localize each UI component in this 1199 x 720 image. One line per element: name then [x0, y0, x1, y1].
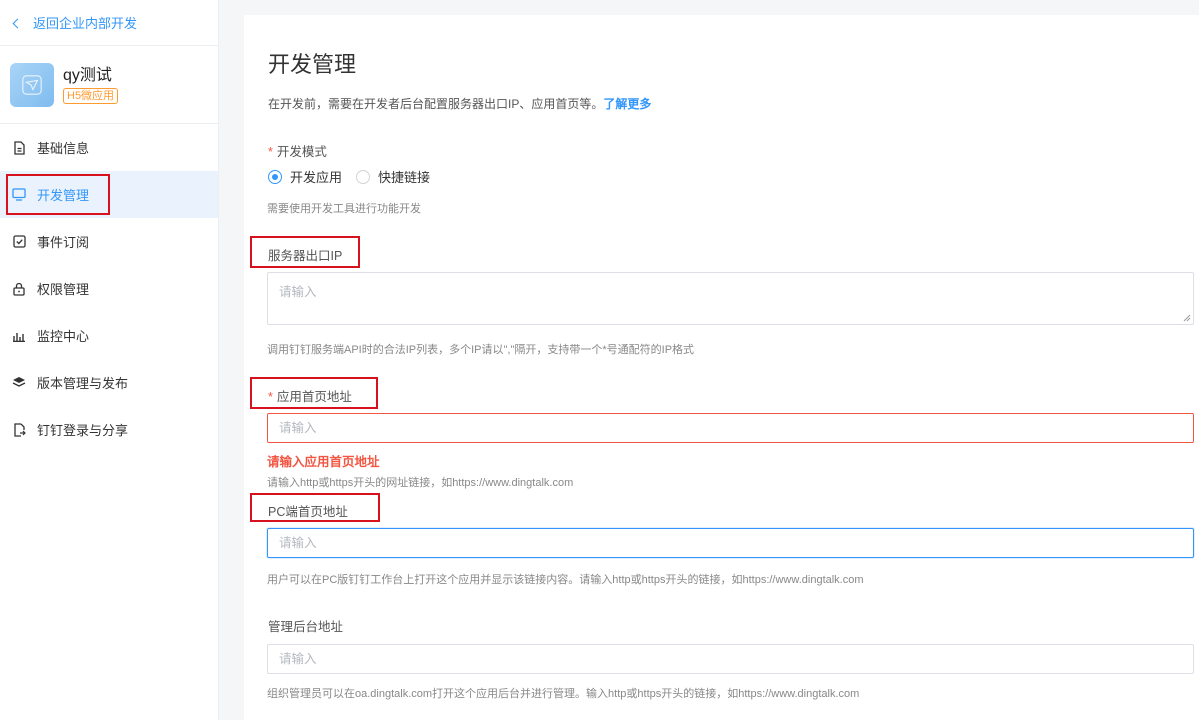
sidebar-item-label: 版本管理与发布	[37, 376, 129, 391]
sidebar-item-event-subscription[interactable]: 事件订阅	[0, 218, 218, 265]
back-label: 返回企业内部开发	[33, 16, 138, 31]
required-mark: *	[268, 390, 273, 404]
lock-icon	[12, 282, 26, 296]
resize-handle-icon[interactable]	[1183, 314, 1191, 322]
server-ip-label: 服务器出口IP	[268, 249, 343, 263]
home-url-input[interactable]	[267, 413, 1194, 443]
sidebar-nav: 基础信息 开发管理 事件订阅 权限管理 监控中心 版本管理与发布 钉钉登录与分享	[0, 124, 218, 453]
sidebar-item-label: 监控中心	[37, 329, 90, 344]
server-ip-textarea[interactable]	[267, 272, 1194, 325]
dev-mode-radio-group: 开发应用 快捷链接	[268, 167, 444, 186]
pc-home-url-hint: 用户可以在PC版钉钉工作台上打开这个应用并显示该链接内容。请输入http或htt…	[267, 574, 864, 586]
admin-url-label: 管理后台地址	[268, 620, 344, 634]
intro-description: 在开发前，需要在开发者后台配置服务器出口IP、应用首页等。	[268, 97, 604, 111]
sidebar-item-label: 权限管理	[37, 282, 90, 297]
required-mark: *	[268, 145, 273, 159]
sidebar-item-basic-info[interactable]: 基础信息	[0, 124, 218, 171]
sidebar-item-permissions[interactable]: 权限管理	[0, 265, 218, 312]
dev-mode-label: * 开发模式	[268, 141, 327, 160]
home-url-label-text: 应用首页地址	[276, 390, 352, 404]
sidebar-item-label: 事件订阅	[37, 235, 90, 250]
admin-url-input[interactable]	[267, 644, 1194, 674]
dev-mode-label-text: 开发模式	[276, 145, 327, 159]
pc-home-url-label: PC端首页地址	[268, 505, 348, 519]
sidebar: 返回企业内部开发 qy测试 H5微应用 基础信息 开发管理 事件订阅 权限管理 …	[0, 0, 219, 720]
bar-chart-icon	[12, 329, 26, 343]
home-url-hint: 请输入http或https开头的网址链接，如https://www.dingta…	[267, 477, 574, 489]
intro-text: 在开发前，需要在开发者后台配置服务器出口IP、应用首页等。了解更多	[268, 95, 651, 112]
learn-more-link[interactable]: 了解更多	[603, 97, 651, 111]
pc-home-url-input[interactable]	[267, 528, 1194, 558]
app-type-badge: H5微应用	[63, 87, 119, 104]
server-ip-hint: 调用钉钉服务端API时的合法IP列表，多个IP请以","隔开，支持带一个*号通配…	[267, 344, 695, 356]
check-square-icon	[12, 235, 26, 249]
app-name: qy测试	[63, 66, 112, 84]
app-logo	[10, 62, 54, 107]
home-url-label: * 应用首页地址	[268, 386, 352, 405]
sidebar-item-version-release[interactable]: 版本管理与发布	[0, 359, 218, 406]
document-icon	[12, 140, 26, 155]
dev-mode-hint: 需要使用开发工具进行功能开发	[267, 203, 421, 215]
radio-quick-link[interactable]	[356, 169, 371, 184]
radio-dev-app[interactable]	[268, 169, 282, 184]
page-title: 开发管理	[268, 52, 357, 77]
sidebar-item-dev-management[interactable]: 开发管理	[0, 171, 218, 218]
sidebar-item-monitoring[interactable]: 监控中心	[0, 312, 218, 359]
layers-icon	[12, 376, 26, 390]
share-doc-icon	[12, 422, 26, 437]
admin-url-hint: 组织管理员可以在oa.dingtalk.com打开这个应用后台并进行管理。输入h…	[267, 688, 860, 700]
home-url-error: 请输入应用首页地址	[267, 455, 380, 469]
app-header: qy测试 H5微应用	[0, 46, 218, 124]
chevron-left-icon	[12, 18, 23, 28]
radio-quick-link-label[interactable]: 快捷链接	[378, 167, 430, 186]
radio-dev-app-label[interactable]: 开发应用	[290, 167, 342, 186]
back-link[interactable]: 返回企业内部开发	[0, 0, 218, 46]
app-logo-icon	[22, 74, 42, 95]
sidebar-item-login-share[interactable]: 钉钉登录与分享	[0, 406, 218, 453]
highlight-box	[6, 174, 110, 215]
main-panel: 开发管理 在开发前，需要在开发者后台配置服务器出口IP、应用首页等。了解更多 *…	[244, 15, 1199, 720]
sidebar-item-label: 基础信息	[37, 141, 90, 156]
sidebar-item-label: 钉钉登录与分享	[37, 423, 129, 438]
